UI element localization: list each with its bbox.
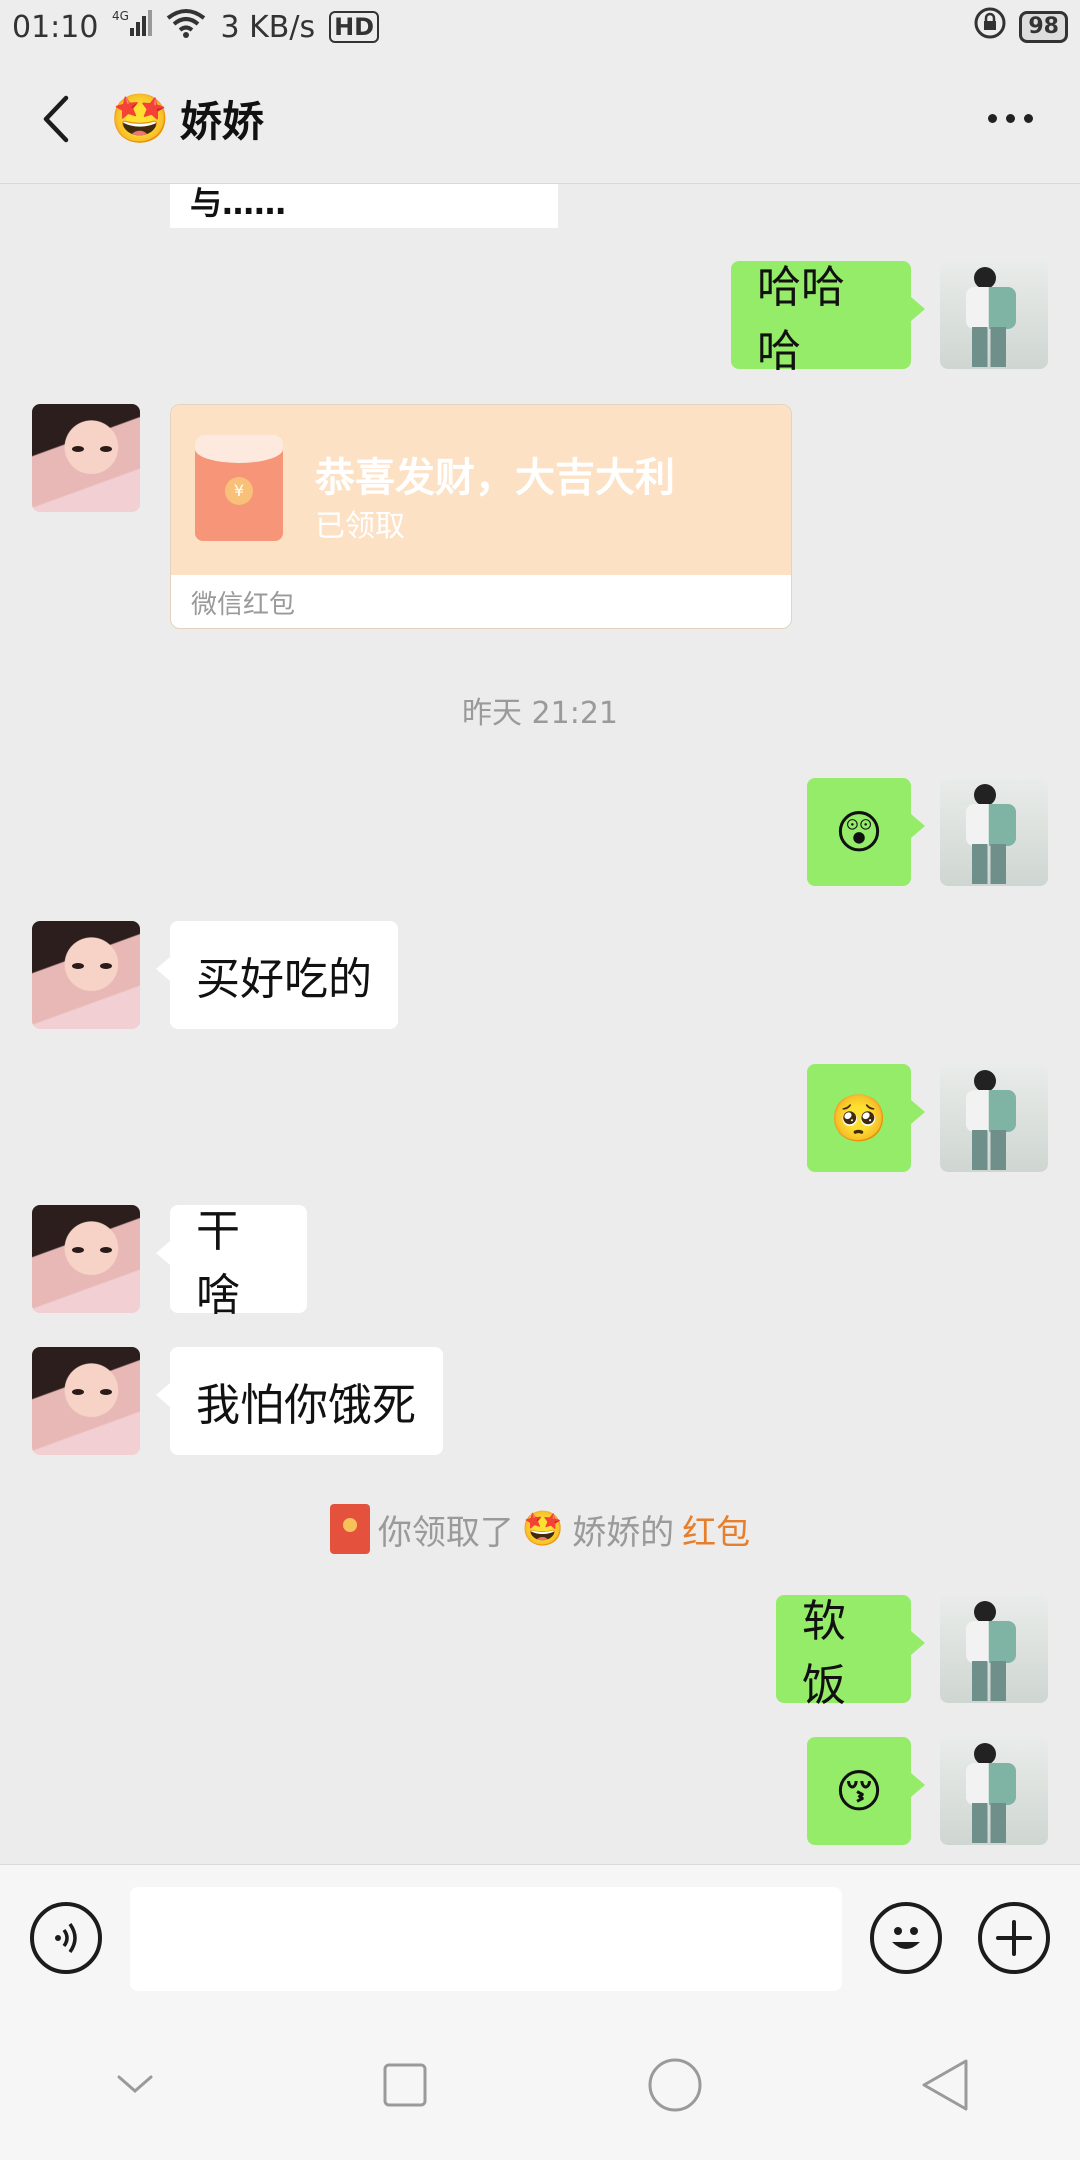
truncated-message[interactable]: 拟与拟与拟与拟与拟与……: [170, 184, 558, 228]
red-packet-icon: [329, 1504, 370, 1554]
more-dot-icon: [987, 114, 997, 123]
signal-icon: 4G: [112, 8, 153, 46]
more-dot-icon: [1005, 114, 1015, 123]
red-packet-icon: ¥: [195, 435, 283, 541]
my-avatar[interactable]: [940, 1595, 1048, 1703]
notice-prefix: 你领取了: [377, 1512, 514, 1553]
emoji-message[interactable]: 😚: [807, 1737, 925, 1845]
chat-title: 🤩 娇娇: [110, 88, 264, 149]
more-functions-button[interactable]: [978, 1902, 1050, 1974]
wifi-icon: [166, 8, 206, 46]
my-avatar[interactable]: [940, 261, 1048, 369]
circle-icon: [648, 2058, 702, 2112]
message-in[interactable]: 干啥: [156, 1205, 307, 1321]
triangle-back-icon: [922, 2059, 968, 2111]
nav-back-button[interactable]: [905, 2045, 985, 2125]
title-emoji: 🤩: [110, 91, 170, 147]
chat-header: 🤩 娇娇: [0, 54, 1080, 184]
notice-emoji: 🤩: [521, 1509, 565, 1549]
emoji-button[interactable]: [870, 1902, 942, 1974]
my-avatar[interactable]: [940, 1737, 1048, 1845]
red-packet-footer: 微信红包: [191, 590, 296, 620]
nav-collapse-button[interactable]: [95, 2045, 175, 2125]
network-speed: 3 KB/s: [220, 9, 316, 45]
my-avatar[interactable]: [940, 1064, 1048, 1172]
network-type: 4G: [112, 9, 129, 23]
square-icon: [383, 2063, 427, 2107]
contact-avatar[interactable]: [32, 921, 140, 1029]
my-avatar[interactable]: [940, 778, 1048, 886]
red-packet-card[interactable]: ¥ 恭喜发财，大吉大利 已领取 微信红包: [170, 404, 792, 629]
nav-home-button[interactable]: [635, 2045, 715, 2125]
nav-recents-button[interactable]: [365, 2045, 445, 2125]
emoji-message[interactable]: 🥺: [807, 1064, 925, 1172]
status-bar: 01:10 4G 3 KB/s HD 98: [0, 0, 1080, 54]
red-packet-status: 已领取: [315, 509, 405, 544]
contact-avatar[interactable]: [32, 1347, 140, 1455]
hd-icon: HD: [329, 11, 380, 43]
chevron-down-icon: [117, 2075, 153, 2093]
input-bar: [0, 1864, 1080, 2010]
system-notice: 你领取了 🤩 娇娇的 红包: [0, 1504, 1080, 1554]
message-in[interactable]: 买好吃的: [156, 921, 398, 1029]
message-out[interactable]: 软饭: [776, 1595, 925, 1711]
message-input[interactable]: [130, 1887, 842, 1991]
plus-icon: [996, 1920, 1032, 1956]
contact-avatar[interactable]: [32, 1205, 140, 1313]
rotation-lock-icon: [973, 6, 1007, 48]
back-button[interactable]: [0, 54, 110, 184]
smiley-icon: [892, 1927, 920, 1949]
more-dot-icon: [1023, 114, 1033, 123]
system-nav-bar: [0, 2010, 1080, 2160]
emoji-message[interactable]: 😲: [807, 778, 925, 886]
voice-input-button[interactable]: [30, 1902, 102, 1974]
red-packet-title: 恭喜发财，大吉大利: [315, 455, 675, 501]
battery-level: 98: [1019, 11, 1068, 43]
notice-name: 娇娇的: [572, 1512, 675, 1553]
status-time: 01:10: [12, 9, 99, 45]
timestamp: 昨天 21:21: [462, 696, 618, 731]
contact-avatar[interactable]: [32, 404, 140, 512]
message-out[interactable]: 哈哈哈: [731, 261, 925, 377]
contact-name: 娇娇: [179, 97, 264, 146]
chat-area[interactable]: 拟与拟与拟与拟与拟与…… 哈哈哈 ¥ 恭喜发财，大吉大利 已领取 微信红包 昨天…: [0, 184, 1080, 1864]
voice-icon: [55, 1922, 77, 1954]
red-packet-link[interactable]: 红包: [682, 1505, 750, 1554]
message-in[interactable]: 我怕你饿死: [156, 1347, 443, 1455]
back-arrow-icon: [43, 95, 69, 142]
more-options-button[interactable]: [940, 54, 1080, 184]
